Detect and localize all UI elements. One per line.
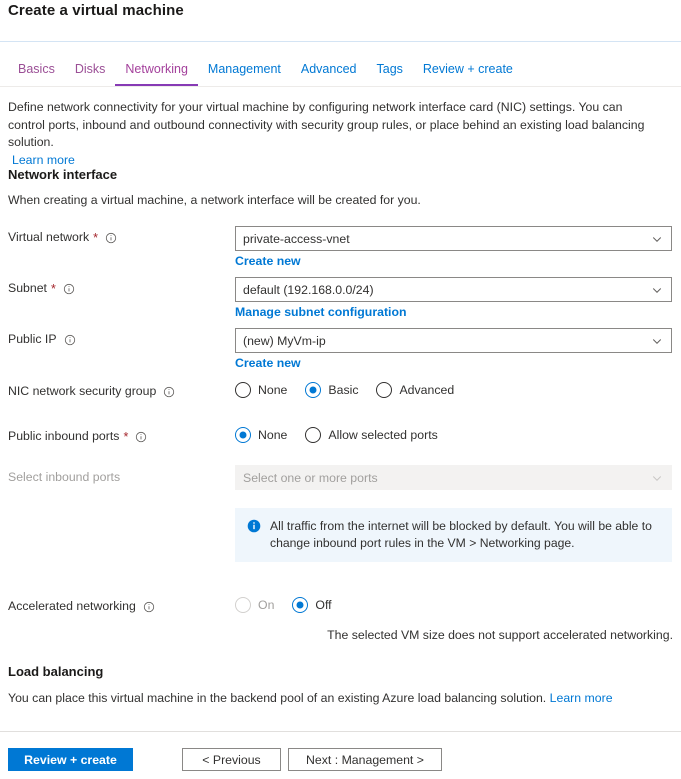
radio-circle-selected-icon [235,427,251,443]
radio-circle-icon [305,427,322,443]
public-ip-label-text: Public IP [8,332,57,346]
load-balancing-subtext-block: You can place this virtual machine in th… [8,690,613,707]
public-inbound-ports-label: Public inbound ports * [8,429,147,443]
network-interface-subtext: When creating a virtual machine, a netwo… [8,193,421,207]
tab-review-create[interactable]: Review + create [413,62,523,86]
public-inbound-ports-option-none[interactable]: None [235,427,287,443]
radio-circle-disabled-icon [235,597,251,613]
chevron-down-icon [651,284,663,296]
public-ip-create-new-link[interactable]: Create new [235,356,301,370]
virtual-network-create-new-link[interactable]: Create new [235,254,301,268]
public-ip-dropdown[interactable]: (new) MyVm-ip [235,328,672,353]
accelerated-networking-label-text: Accelerated networking [8,599,136,613]
page-title: Create a virtual machine [8,2,184,19]
nic-nsg-option-advanced[interactable]: Advanced [376,382,454,398]
public-inbound-ports-label-text: Public inbound ports [8,429,120,443]
accelerated-networking-option-off-label: Off [315,598,332,612]
select-inbound-ports-dropdown: Select one or more ports [235,465,672,490]
chevron-down-icon [651,472,663,484]
subnet-label-text: Subnet [8,281,47,295]
radio-circle-selected-icon [305,382,322,398]
public-ip-label: Public IP [8,332,76,346]
nic-nsg-radio-group: None Basic Advanced [235,382,454,398]
manage-subnet-configuration-link[interactable]: Manage subnet configuration [235,305,406,319]
intro-paragraph: Define network connectivity for your vir… [8,100,645,149]
nic-nsg-option-none[interactable]: None [235,382,287,398]
accelerated-networking-label: Accelerated networking [8,599,155,613]
virtual-network-label: Virtual network * [8,230,117,244]
info-filled-icon [247,519,261,538]
public-inbound-ports-radio-group: None Allow selected ports [235,427,438,443]
accelerated-networking-option-on: On [235,597,274,613]
tabs-divider [0,86,681,87]
tab-basics[interactable]: Basics [8,62,65,86]
required-asterisk: * [123,429,129,444]
nic-nsg-label-text: NIC network security group [8,384,157,398]
subnet-value: default (192.168.0.0/24) [243,282,374,297]
next-management-button[interactable]: Next : Management > [288,748,442,771]
info-icon[interactable] [105,232,117,244]
chevron-down-icon [651,233,663,245]
tab-advanced[interactable]: Advanced [291,62,367,86]
required-asterisk: * [50,281,56,296]
tab-networking[interactable]: Networking [115,62,198,86]
info-icon[interactable] [163,386,175,398]
accelerated-networking-option-off[interactable]: Off [292,597,332,613]
radio-circle-selected-icon [292,597,309,613]
network-interface-heading: Network interface [8,167,118,182]
radio-circle-icon [376,382,393,398]
load-balancing-heading: Load balancing [8,664,104,679]
wizard-tabs: Basics Disks Networking Management Advan… [8,62,523,86]
accelerated-networking-note: The selected VM size does not support ac… [327,628,673,642]
required-asterisk: * [93,230,98,245]
inbound-ports-info-text: All traffic from the internet will be bl… [270,519,652,550]
tab-tags[interactable]: Tags [367,62,413,86]
virtual-network-dropdown[interactable]: private-access-vnet [235,226,672,251]
nic-nsg-label: NIC network security group [8,384,175,398]
load-balancing-learn-more-link[interactable]: Learn more [550,691,613,705]
review-create-button[interactable]: Review + create [8,748,133,771]
tab-management[interactable]: Management [198,62,291,86]
intro-paragraph-block: Define network connectivity for your vir… [8,99,654,169]
chevron-down-icon [651,335,663,347]
subnet-label: Subnet * [8,281,75,295]
intro-learn-more-link[interactable]: Learn more [12,153,75,167]
info-icon[interactable] [143,601,155,613]
tab-disks[interactable]: Disks [65,62,116,86]
footer-divider [0,731,681,732]
select-inbound-ports-placeholder: Select one or more ports [243,470,378,485]
radio-circle-icon [235,382,251,398]
inbound-ports-info-banner: All traffic from the internet will be bl… [235,508,672,562]
title-divider [0,41,681,42]
info-icon[interactable] [135,431,147,443]
select-inbound-ports-label: Select inbound ports [8,470,120,484]
info-icon[interactable] [64,334,76,346]
nic-nsg-option-basic[interactable]: Basic [305,382,358,398]
previous-button[interactable]: < Previous [182,748,281,771]
load-balancing-subtext: You can place this virtual machine in th… [8,691,547,705]
nic-nsg-option-basic-label: Basic [328,383,359,397]
accelerated-networking-radio-group: On Off [235,597,332,613]
info-icon[interactable] [63,283,75,295]
select-inbound-ports-label-text: Select inbound ports [8,470,121,484]
virtual-network-value: private-access-vnet [243,231,350,246]
subnet-dropdown[interactable]: default (192.168.0.0/24) [235,277,672,302]
create-vm-blade: Create a virtual machine Basics Disks Ne… [0,0,681,779]
public-inbound-ports-option-none-label: None [258,428,288,442]
public-inbound-ports-option-allow-selected[interactable]: Allow selected ports [305,427,438,443]
public-ip-value: (new) MyVm-ip [243,333,326,348]
virtual-network-label-text: Virtual network [8,230,90,244]
accelerated-networking-option-on-label: On [258,598,275,612]
nic-nsg-option-none-label: None [258,383,288,397]
public-inbound-ports-option-allow-selected-label: Allow selected ports [328,428,438,442]
nic-nsg-option-advanced-label: Advanced [399,383,455,397]
